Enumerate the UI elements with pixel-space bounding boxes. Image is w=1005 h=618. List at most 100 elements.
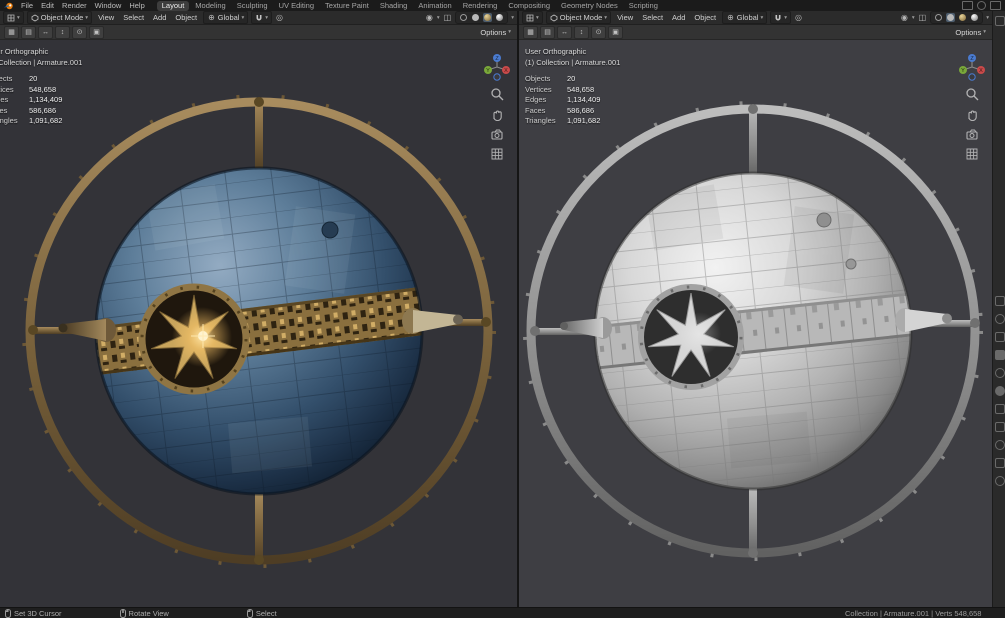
- properties-tab-physics-icon[interactable]: [995, 440, 1005, 450]
- view-layer-icon[interactable]: [977, 1, 986, 10]
- editor-type-icon[interactable]: [995, 16, 1005, 26]
- workspace-tab-modeling[interactable]: Modeling: [190, 1, 230, 11]
- tool-settings-button[interactable]: ↕: [55, 26, 70, 39]
- tool-settings-button[interactable]: ▤: [540, 26, 555, 39]
- options-dropdown[interactable]: Options ▾: [480, 28, 513, 37]
- menu-select[interactable]: Select: [120, 13, 147, 22]
- properties-tab-object-icon[interactable]: [995, 404, 1005, 414]
- move-view-hand-icon[interactable]: [964, 106, 980, 122]
- editor-type-dropdown[interactable]: ▾: [3, 11, 24, 24]
- menu-select[interactable]: Select: [639, 13, 666, 22]
- horn-left[interactable]: [59, 318, 117, 342]
- menu-file[interactable]: File: [17, 0, 37, 11]
- tool-settings-button[interactable]: ▦: [4, 26, 19, 39]
- viewport-left-canvas[interactable]: User Orthographic (1) Collection | Armat…: [0, 40, 517, 607]
- menu-view[interactable]: View: [95, 13, 117, 22]
- tool-settings-button[interactable]: ▣: [89, 26, 104, 39]
- overlays-icon[interactable]: ◉: [900, 12, 909, 23]
- axis-gizmo[interactable]: Z X Y: [957, 52, 987, 82]
- proportional-editing-icon[interactable]: ◎: [794, 12, 803, 23]
- properties-tab-data-icon[interactable]: [995, 476, 1005, 486]
- mode-dropdown[interactable]: Object Mode ▾: [546, 11, 611, 24]
- porthole[interactable]: [641, 287, 741, 387]
- properties-tab-modifiers-icon[interactable]: [995, 422, 1005, 432]
- menu-edit[interactable]: Edit: [37, 0, 58, 11]
- horn-left[interactable]: [560, 317, 612, 339]
- properties-tab-output-icon[interactable]: [995, 332, 1005, 342]
- camera-view-icon[interactable]: [489, 126, 505, 142]
- transform-orientation-dropdown[interactable]: ⊕ Global ▾: [722, 11, 767, 24]
- shading-solid-button[interactable]: [471, 13, 480, 22]
- properties-tab-view-layer-icon[interactable]: [995, 350, 1005, 360]
- zoom-icon[interactable]: [489, 86, 505, 102]
- shading-rendered-button[interactable]: [970, 13, 979, 22]
- transform-orientation-dropdown[interactable]: ⊕ Global ▾: [203, 11, 248, 24]
- overlays-icon[interactable]: ◉: [425, 12, 434, 23]
- tool-settings-button[interactable]: ↔: [557, 26, 572, 39]
- properties-tab-constraints-icon[interactable]: [995, 458, 1005, 468]
- blender-logo-icon[interactable]: [4, 2, 14, 10]
- menu-add[interactable]: Add: [150, 13, 169, 22]
- horn-right[interactable]: [402, 308, 463, 334]
- viewport-right-canvas[interactable]: User Orthographic (1) Collection | Armat…: [519, 40, 992, 607]
- editor-type-dropdown[interactable]: ▾: [522, 11, 543, 24]
- workspace-tab-texture-paint[interactable]: Texture Paint: [320, 1, 374, 11]
- workspace-tab-shading[interactable]: Shading: [375, 1, 413, 11]
- viewport-right-tool-settings: ▦ ▤ ↔ ↕ ⊙ ▣ Options ▾: [519, 25, 992, 40]
- svg-text:X: X: [504, 68, 508, 74]
- menu-render[interactable]: Render: [58, 0, 91, 11]
- tool-settings-button[interactable]: ↕: [574, 26, 589, 39]
- properties-tab-tool-icon[interactable]: [995, 296, 1005, 306]
- workspace-tab-scripting[interactable]: Scripting: [624, 1, 663, 11]
- perspective-grid-icon[interactable]: [964, 146, 980, 162]
- options-label: Options: [955, 28, 981, 37]
- axis-gizmo[interactable]: Z X Y: [482, 52, 512, 82]
- tool-settings-button[interactable]: ⊙: [72, 26, 87, 39]
- tool-settings-button[interactable]: ▣: [608, 26, 623, 39]
- workspace-tab-geometry-nodes[interactable]: Geometry Nodes: [556, 1, 623, 11]
- shading-solid-button[interactable]: [946, 13, 955, 22]
- properties-tab-scene-icon[interactable]: [995, 368, 1005, 378]
- shading-material-button[interactable]: [958, 13, 967, 22]
- snapping-dropdown[interactable]: ▾: [251, 11, 272, 24]
- xray-toggle-icon[interactable]: ◫: [443, 12, 453, 23]
- workspace-tab-compositing[interactable]: Compositing: [503, 1, 555, 11]
- perspective-grid-icon[interactable]: [489, 146, 505, 162]
- workspace-tab-animation[interactable]: Animation: [413, 1, 456, 11]
- tool-settings-button[interactable]: ▦: [523, 26, 538, 39]
- shading-wireframe-button[interactable]: [459, 13, 468, 22]
- workspace-tab-layout[interactable]: Layout: [157, 1, 190, 11]
- mode-dropdown[interactable]: Object Mode ▾: [27, 11, 92, 24]
- mouse-left-button-icon: [247, 609, 253, 618]
- shading-wireframe-button[interactable]: [934, 13, 943, 22]
- shading-material-button[interactable]: [483, 13, 492, 22]
- menu-add[interactable]: Add: [669, 13, 688, 22]
- properties-tab-render-icon[interactable]: [995, 314, 1005, 324]
- proportional-editing-icon[interactable]: ◎: [275, 12, 284, 23]
- tool-settings-button[interactable]: ⊙: [591, 26, 606, 39]
- move-view-hand-icon[interactable]: [489, 106, 505, 122]
- render-display-icon[interactable]: [990, 1, 1001, 10]
- workspace-tab-sculpting[interactable]: Sculpting: [232, 1, 273, 11]
- menu-object[interactable]: Object: [691, 13, 719, 22]
- menu-object[interactable]: Object: [172, 13, 200, 22]
- menu-window[interactable]: Window: [91, 0, 126, 11]
- scene-selector-icon[interactable]: [962, 1, 973, 10]
- workspace-tab-rendering[interactable]: Rendering: [458, 1, 503, 11]
- horn-right[interactable]: [895, 308, 952, 332]
- porthole[interactable]: [142, 287, 246, 391]
- workspace-tab-uv-editing[interactable]: UV Editing: [274, 1, 319, 11]
- snapping-dropdown[interactable]: ▾: [770, 11, 791, 24]
- camera-view-icon[interactable]: [964, 126, 980, 142]
- tool-settings-button[interactable]: ↔: [38, 26, 53, 39]
- shading-rendered-button[interactable]: [495, 13, 504, 22]
- xray-toggle-icon[interactable]: ◫: [918, 12, 928, 23]
- menu-view[interactable]: View: [614, 13, 636, 22]
- viewport-splitter[interactable]: [517, 11, 519, 607]
- properties-tab-world-icon[interactable]: [995, 386, 1005, 396]
- zoom-icon[interactable]: [964, 86, 980, 102]
- tool-settings-button[interactable]: ▤: [21, 26, 36, 39]
- menu-help[interactable]: Help: [125, 0, 148, 11]
- options-dropdown[interactable]: Options ▾: [955, 28, 988, 37]
- status-label: Select: [256, 609, 277, 618]
